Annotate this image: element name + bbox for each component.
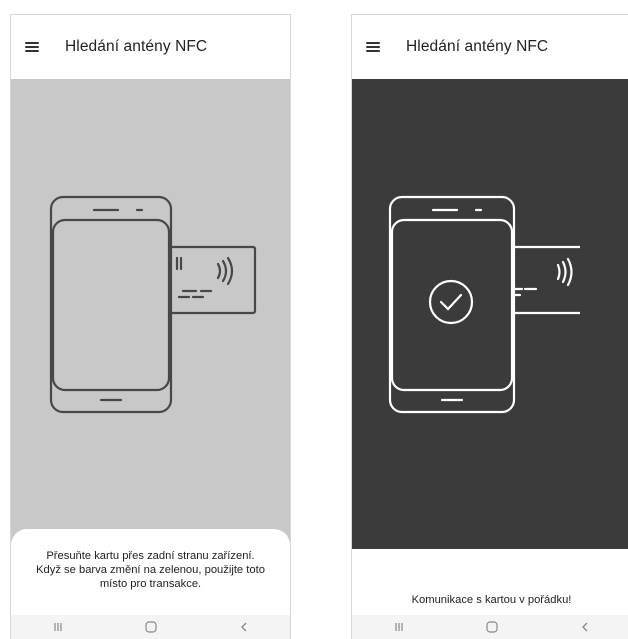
nfc-stage — [11, 79, 290, 549]
payment-card — [159, 245, 257, 315]
recent-apps-icon[interactable] — [43, 617, 73, 637]
app-title: Hledání antény NFC — [406, 38, 549, 55]
phone-screen-outline — [51, 218, 171, 392]
phone-screen-success: Hledání antény NFC Komunikace s kartou v… — [351, 14, 628, 639]
app-bar: Hledání antény NFC — [11, 15, 290, 79]
home-icon[interactable] — [136, 617, 166, 637]
hamburger-menu-icon[interactable] — [25, 42, 39, 52]
system-nav-bar — [11, 615, 290, 639]
instruction-sheet: Přesuňte kartu přes zadní stranu zařízen… — [11, 529, 290, 611]
nfc-waves-icon — [556, 263, 561, 281]
instruction-text: Přesuňte kartu přes zadní stranu zařízen… — [36, 549, 265, 591]
status-message: Komunikace s kartou v pořádku! — [411, 594, 572, 606]
nfc-waves-icon — [216, 262, 222, 280]
back-icon[interactable] — [229, 617, 259, 637]
instruction-line-3: místo pro transakce. — [99, 578, 202, 590]
nfc-stage — [352, 79, 628, 549]
instruction-line-1: Přesuňte kartu přes zadní stranu zařízen… — [46, 550, 255, 562]
app-bar: Hledání antény NFC — [352, 15, 628, 79]
phone-card-illustration — [49, 195, 257, 414]
instruction-line-2: Když se barva změní na zelenou, použijte… — [36, 564, 265, 576]
recent-apps-icon[interactable] — [384, 617, 414, 637]
hamburger-menu-icon[interactable] — [366, 42, 380, 52]
app-title: Hledání antény NFC — [65, 38, 208, 55]
system-nav-bar — [352, 615, 628, 639]
back-icon[interactable] — [570, 617, 600, 637]
status-sheet: Komunikace s kartou v pořádku! — [352, 585, 628, 615]
phone-screen-searching: Hledání antény NFC Přesuňte kartu přes z… — [10, 14, 291, 639]
phone-card-illustration — [388, 195, 580, 414]
home-icon[interactable] — [477, 617, 507, 637]
